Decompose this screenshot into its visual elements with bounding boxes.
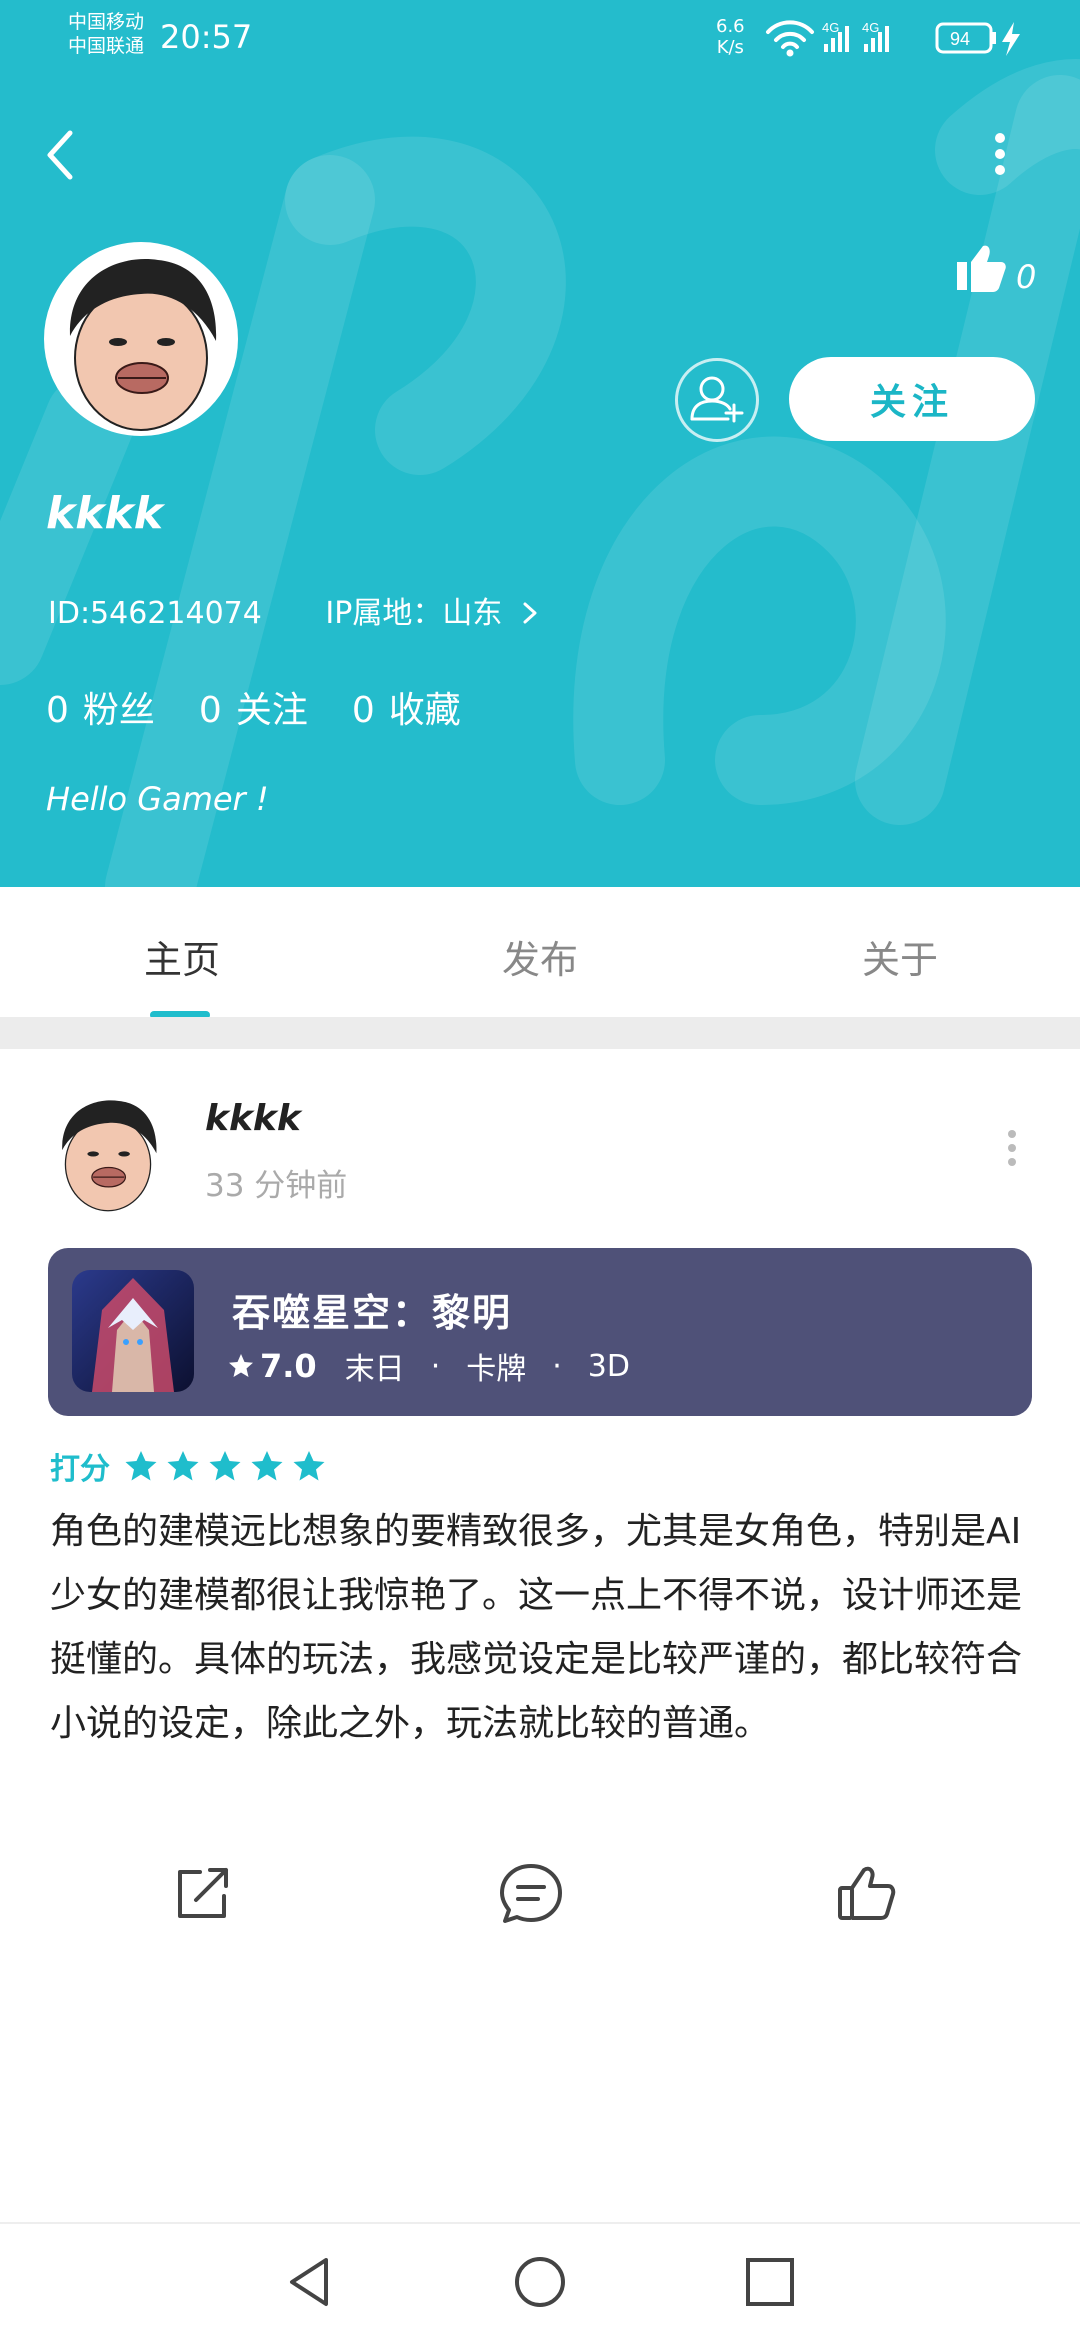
game-tag: 末日 [344,1352,405,1387]
watermark-logo [0,59,1080,887]
post-author-avatar[interactable] [48,1092,168,1212]
profile-tabs: 主页 发布 关于 [0,887,1080,1019]
rating-star-icon [209,1451,241,1481]
review-text: 角色的建模远比想象的要精致很多，尤其是女角色，特别是AI少女的建模都很让我惊艳了… [50,1511,1023,1744]
ip-location-link[interactable]: IP属地：山东 [325,596,540,631]
rating-label: 打分 [50,1452,110,1487]
nav-recents-icon[interactable] [742,2254,798,2310]
tab-about[interactable]: 关于 [862,929,938,984]
rating-stars [124,1449,326,1483]
post-timestamp: 33 分钟前 [205,1168,348,1204]
game-tag: 3D [587,1348,630,1384]
nav-back-icon[interactable] [282,2254,338,2310]
post-author-name[interactable]: kkkk [205,1098,301,1139]
svg-text:94: 94 [950,29,970,49]
profile-header: 中国移动 中国联通 20:57 6.6 K/s 4G 4G 94 0 关注 kk… [0,0,1080,887]
signal-type-1: 4G [822,20,839,35]
status-icons: 4G 4G 94 [766,20,1020,57]
comment-icon[interactable] [498,1860,564,1926]
carrier-1: 中国移动 [68,11,145,33]
avatar-image [48,1092,168,1212]
profile-stats: 0 粉丝 0 关注 0 收藏 [46,681,461,733]
nav-home-icon[interactable] [512,2254,568,2310]
post-rating: 打分 [50,1444,326,1488]
chevron-right-icon [523,602,537,624]
system-nav-bar [0,2222,1080,2342]
avatar-image [48,246,234,432]
profile-username: kkkk [46,488,164,539]
game-tag: 卡牌 [466,1352,527,1387]
rating-star-icon [125,1451,157,1481]
charging-icon [1002,22,1020,56]
wifi-icon [766,20,814,49]
net-speed: 6.6 K/s [716,16,745,58]
stat-label: 收藏 [388,690,461,731]
game-card[interactable]: 吞噬星空：黎明 7.0 末日 · 卡牌 · 3D [48,1248,1032,1416]
stat-label: 粉丝 [82,690,155,731]
avatar[interactable] [44,242,238,436]
tab-posts[interactable]: 发布 [502,929,578,984]
stat-followers[interactable]: 0 粉丝 [46,681,155,733]
thumbs-up-icon[interactable] [955,242,1007,294]
game-icon [72,1270,194,1392]
ip-location: IP属地：山东 [325,596,503,631]
game-meta: 7.0 末日 · 卡牌 · 3D [228,1344,630,1388]
stat-favorites[interactable]: 0 收藏 [352,681,461,733]
profile-bio: Hello Gamer ! [46,780,269,818]
net-speed-value: 6.6 [716,16,745,37]
stat-count: 0 [351,690,375,731]
like-count: 0 [1016,258,1037,296]
like-icon[interactable] [834,1860,900,1926]
rating-star-icon [251,1451,283,1481]
profile-id-line: ID:546214074 IP属地：山东 [48,588,540,632]
signal-type-2: 4G [862,20,879,35]
add-friend-button[interactable] [675,358,759,442]
follow-button[interactable]: 关注 [789,357,1035,441]
back-arrow-icon[interactable] [40,125,80,185]
rating-star-icon [293,1451,325,1481]
game-score: 7.0 [260,1347,317,1385]
tag-separator: · [430,1348,441,1384]
section-divider [0,1017,1080,1049]
game-title: 吞噬星空：黎明 [232,1291,513,1335]
stat-count: 0 [46,690,69,731]
battery-icon: 94 [935,22,996,54]
user-id: ID:546214074 [48,596,262,631]
share-icon[interactable] [170,1860,236,1926]
post-more-icon[interactable] [1002,1128,1022,1172]
star-icon [229,1354,253,1377]
tab-home[interactable]: 主页 [144,929,220,984]
stat-following[interactable]: 0 关注 [199,681,308,733]
clock: 20:57 [160,18,253,56]
rating-star-icon [167,1451,199,1481]
game-thumbnail [72,1270,194,1392]
add-user-icon [690,376,744,423]
net-speed-unit: K/s [716,37,744,58]
carrier-info: 中国移动 中国联通 [68,10,144,58]
tag-separator: · [552,1348,562,1384]
stat-count: 0 [198,690,222,731]
stat-label: 关注 [235,690,308,731]
more-vertical-icon[interactable] [985,130,1015,180]
carrier-2: 中国联通 [68,35,145,57]
status-bar: 中国移动 中国联通 20:57 6.6 K/s 4G 4G 94 [0,0,1080,75]
